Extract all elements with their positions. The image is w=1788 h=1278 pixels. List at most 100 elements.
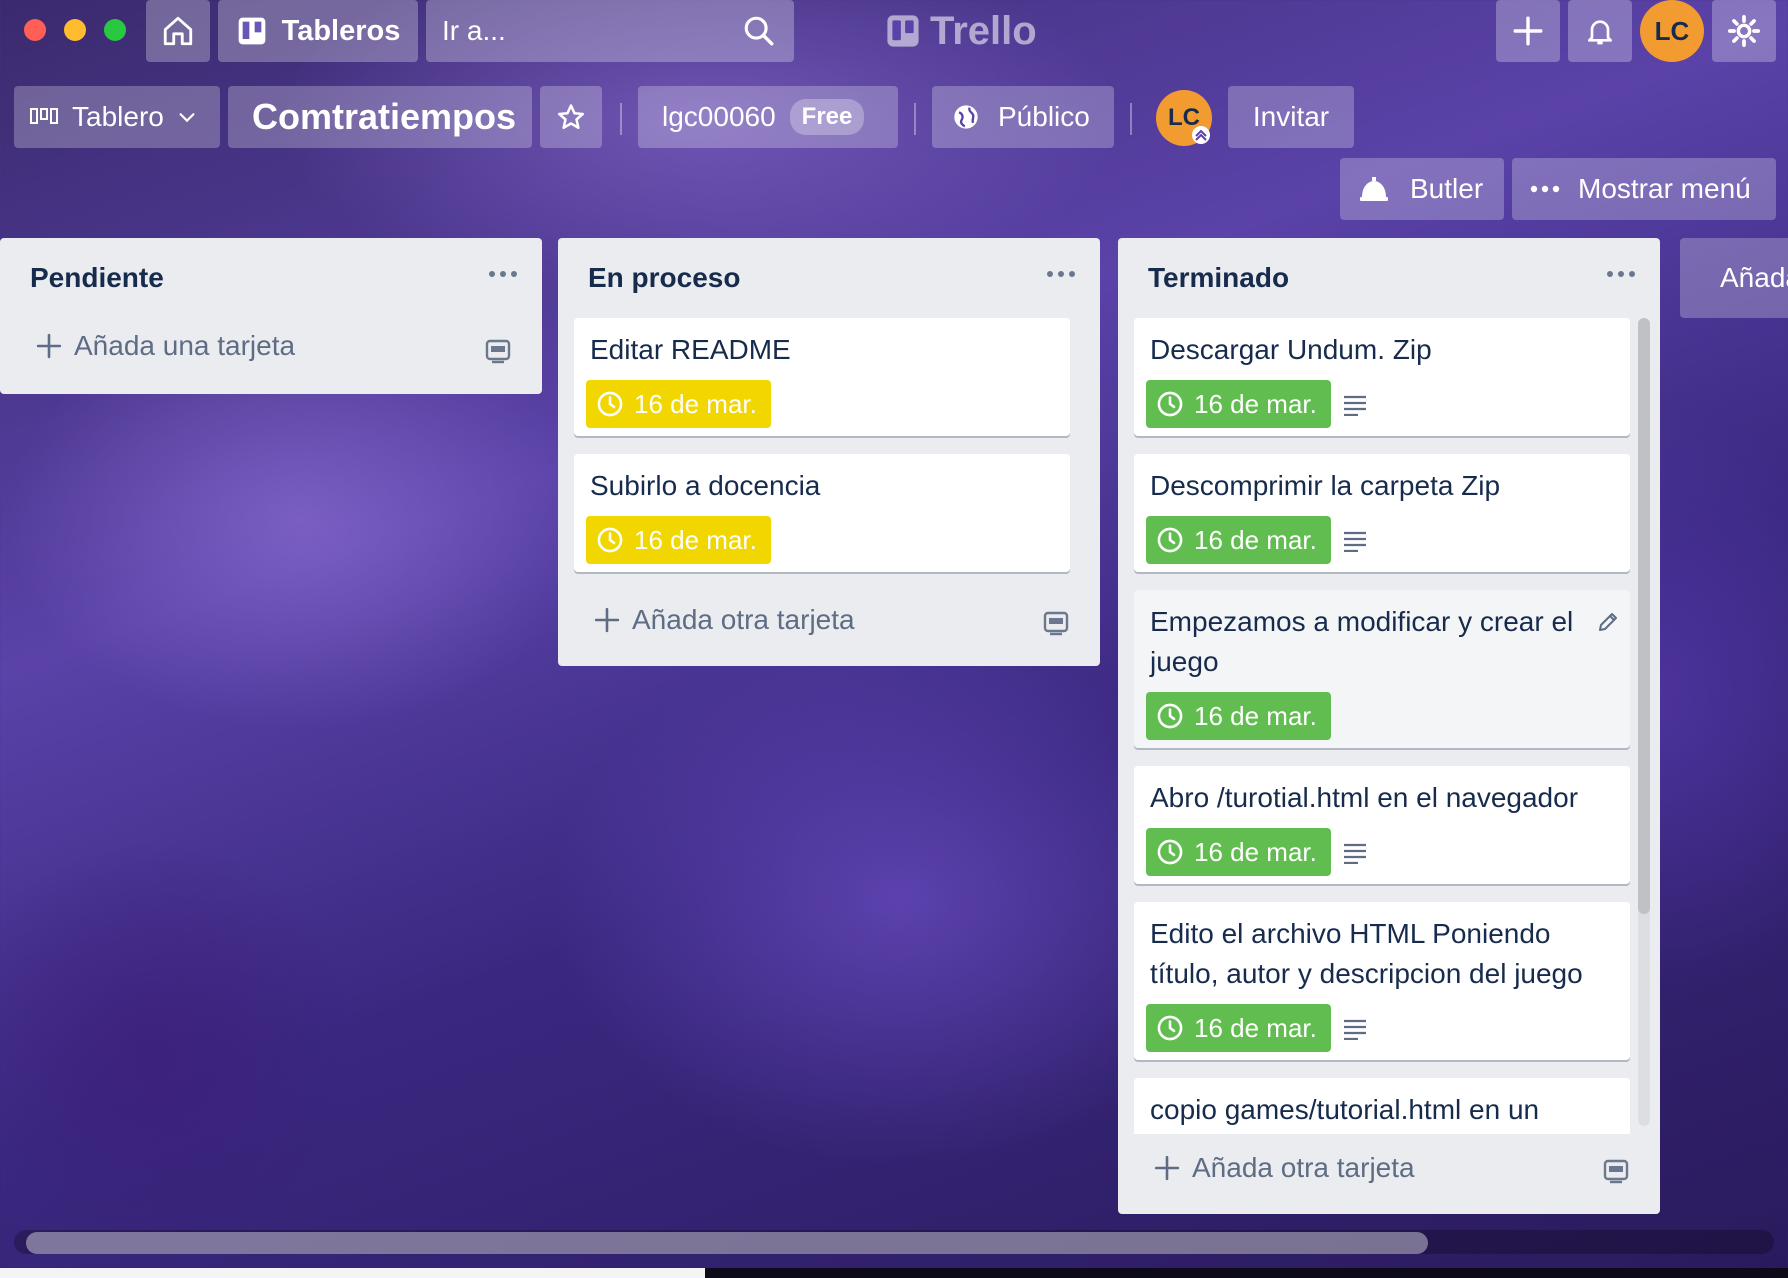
due-date-label: 16 de mar.: [634, 524, 757, 555]
card[interactable]: Subirlo a docencia 16 de mar.: [574, 454, 1070, 572]
invite-button[interactable]: Invitar: [1228, 86, 1354, 148]
card[interactable]: Empezamos a modificar y crear el juego 1…: [1134, 590, 1630, 748]
header-divider: [1130, 103, 1132, 135]
due-date-badge[interactable]: 16 de mar.: [586, 380, 771, 428]
due-date-badge[interactable]: 16 de mar.: [1146, 516, 1331, 564]
zoom-window-button[interactable]: [104, 19, 126, 41]
clock-icon: [597, 391, 623, 417]
boards-label: Tableros: [281, 14, 401, 47]
due-date-label: 16 de mar.: [1194, 700, 1317, 731]
plus-icon: [1154, 1155, 1180, 1181]
board-view-switcher[interactable]: Tablero: [14, 86, 220, 148]
description-icon: [1344, 395, 1366, 416]
clock-icon: [1157, 1015, 1183, 1041]
home-button[interactable]: [146, 0, 210, 62]
board-view-label: Tablero: [72, 101, 164, 132]
brand-name: Trello: [930, 8, 1037, 53]
due-date-badge[interactable]: 16 de mar.: [1146, 692, 1331, 740]
card-title: Descargar Undum. Zip: [1150, 334, 1432, 365]
due-date-badge[interactable]: 16 de mar.: [1146, 380, 1331, 428]
star-icon: [558, 104, 584, 129]
card[interactable]: Descomprimir la carpeta Zip 16 de mar.: [1134, 454, 1630, 572]
clock-icon: [1157, 527, 1183, 553]
card-title: Descomprimir la carpeta Zip: [1150, 470, 1501, 501]
add-card-button[interactable]: Añada otra tarjeta: [594, 604, 855, 636]
card-template-icon[interactable]: [1602, 1158, 1630, 1184]
due-date-badge[interactable]: 16 de mar.: [586, 516, 771, 564]
search-input[interactable]: Ir a...: [426, 0, 794, 62]
user-initials: LC: [1654, 15, 1690, 46]
list-menu-icon[interactable]: [1046, 264, 1076, 284]
card-template-icon[interactable]: [484, 338, 512, 364]
card-list-scroll-area[interactable]: Descargar Undum. Zip 16 de mar. Descompr…: [1118, 318, 1638, 1134]
add-list-label: Añada otra lista: [1720, 262, 1788, 293]
bottom-strip: [0, 1268, 1788, 1278]
due-date-label: 16 de mar.: [1194, 1012, 1317, 1043]
list-scrollbar-thumb[interactable]: [1638, 318, 1650, 914]
list-title: Pendiente: [30, 262, 164, 293]
card[interactable]: Editar README 16 de mar.: [574, 318, 1070, 436]
card[interactable]: Abro /turotial.html en el navegador 16 d…: [1134, 766, 1630, 884]
list-menu-icon[interactable]: [488, 264, 518, 284]
add-card-label: Añada otra tarjeta: [1192, 1152, 1415, 1183]
butler-label: Butler: [1410, 173, 1484, 204]
team-plan-badge: Free: [789, 99, 865, 135]
list-title: Terminado: [1148, 262, 1290, 293]
list-menu-icon[interactable]: [1606, 264, 1636, 284]
description-icon: [1344, 1019, 1366, 1040]
chevron-down-icon: [179, 113, 195, 123]
add-card-button[interactable]: Añada otra tarjeta: [1154, 1152, 1415, 1184]
show-menu-label: Mostrar menú: [1578, 173, 1751, 204]
gear-icon: [1727, 14, 1761, 48]
header-divider: [620, 103, 622, 135]
add-list-button[interactable]: Añada otra lista: [1680, 238, 1788, 318]
board-title-button[interactable]: Comtratiempos: [228, 86, 532, 148]
add-card-label: Añada una tarjeta: [74, 330, 296, 361]
card-template-icon[interactable]: [1042, 610, 1070, 636]
show-menu-button[interactable]: Mostrar menú: [1512, 158, 1776, 220]
notifications-button[interactable]: [1568, 0, 1632, 62]
board-scrollbar-thumb[interactable]: [26, 1232, 1428, 1254]
card[interactable]: Edito el archivo HTML Poniendo título, a…: [1134, 902, 1630, 1060]
board-title: Comtratiempos: [252, 96, 517, 137]
search-placeholder: Ir a...: [442, 15, 506, 46]
card[interactable]: Descargar Undum. Zip 16 de mar.: [1134, 318, 1630, 436]
clock-icon: [1157, 391, 1183, 417]
edit-pencil-icon[interactable]: [1596, 610, 1620, 634]
card-title-line: título, autor y descripcion del juego: [1150, 958, 1583, 989]
trello-logo[interactable]: Trello: [886, 6, 1037, 56]
list-header[interactable]: En proceso: [558, 238, 1100, 318]
butler-bell-icon: [1360, 177, 1388, 201]
card[interactable]: copio games/tutorial.html en un: [1134, 1078, 1630, 1134]
due-date-badge[interactable]: 16 de mar.: [1146, 828, 1331, 876]
list-header[interactable]: Terminado: [1118, 238, 1660, 318]
due-date-label: 16 de mar.: [634, 388, 757, 419]
clock-icon: [1157, 839, 1183, 865]
due-date-label: 16 de mar.: [1194, 836, 1317, 867]
settings-button[interactable]: [1712, 0, 1776, 62]
globe-icon: [954, 105, 978, 129]
list-header[interactable]: Pendiente: [0, 238, 542, 318]
minimize-window-button[interactable]: [64, 19, 86, 41]
list-en-proceso: En proceso Editar README 16 de mar. Subi…: [558, 238, 1100, 666]
card-title: Abro /turotial.html en el navegador: [1150, 782, 1579, 813]
visibility-button[interactable]: Público: [932, 86, 1114, 148]
plus-icon: [1513, 16, 1543, 46]
card-title-line: Empezamos a modificar y crear el: [1150, 606, 1574, 637]
create-button[interactable]: [1496, 0, 1560, 62]
team-button[interactable]: lgc00060 Free: [638, 86, 898, 148]
clock-icon: [1157, 703, 1183, 729]
boards-button[interactable]: Tableros: [218, 0, 418, 62]
close-window-button[interactable]: [24, 19, 46, 41]
invite-label: Invitar: [1252, 101, 1330, 132]
user-avatar[interactable]: LC: [1640, 0, 1704, 62]
add-card-button[interactable]: Añada una tarjeta: [36, 330, 295, 362]
star-board-button[interactable]: [540, 86, 602, 148]
due-date-badge[interactable]: 16 de mar.: [1146, 1004, 1331, 1052]
plus-icon: [594, 607, 620, 633]
card-title-line: Edito el archivo HTML Poniendo: [1150, 918, 1551, 949]
card-title: copio games/tutorial.html en un: [1150, 1094, 1540, 1125]
due-date-label: 16 de mar.: [1194, 388, 1317, 419]
butler-button[interactable]: Butler: [1340, 158, 1504, 220]
card-title: Editar README: [590, 334, 791, 365]
